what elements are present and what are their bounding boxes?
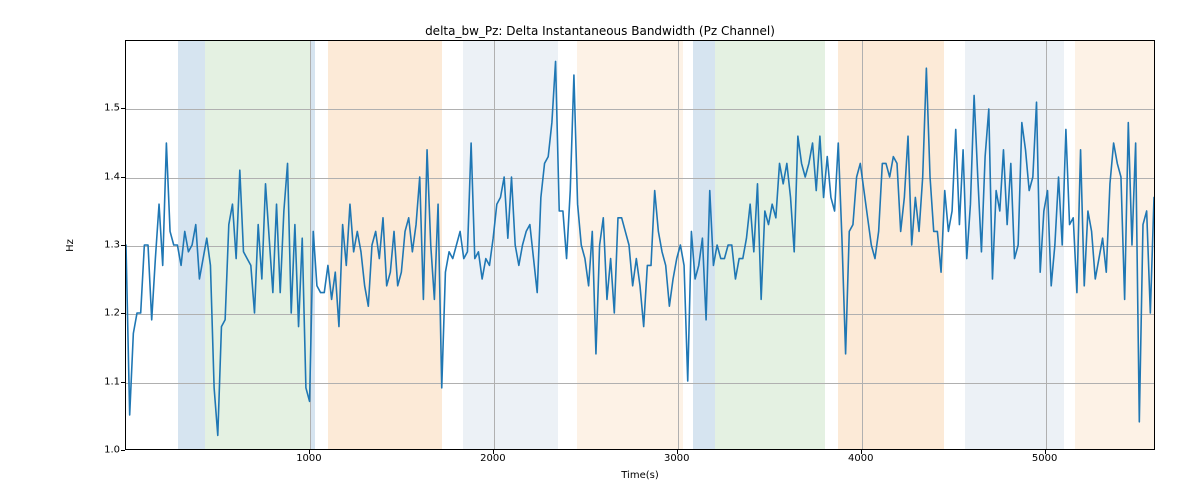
y-tick-label: 1.3 xyxy=(80,240,120,251)
y-tick-label: 1.2 xyxy=(80,308,120,319)
y-axis-label: Hz xyxy=(60,40,80,450)
tick-mark-y xyxy=(121,313,125,314)
x-tick-label: 1000 xyxy=(296,453,321,464)
tick-mark-y xyxy=(121,108,125,109)
tick-mark-y xyxy=(121,382,125,383)
y-tick-label: 1.5 xyxy=(80,103,120,114)
x-tick-label: 3000 xyxy=(664,453,689,464)
y-tick-label: 1.1 xyxy=(80,376,120,387)
y-tick-label: 1.4 xyxy=(80,171,120,182)
tick-mark-y xyxy=(121,245,125,246)
x-tick-label: 5000 xyxy=(1032,453,1057,464)
figure: delta_bw_Pz: Delta Instantaneous Bandwid… xyxy=(0,0,1200,500)
x-tick-label: 4000 xyxy=(848,453,873,464)
plot-area xyxy=(125,40,1155,450)
line-series xyxy=(126,41,1154,449)
x-tick-label: 2000 xyxy=(480,453,505,464)
tick-mark-y xyxy=(121,177,125,178)
x-axis-label: Time(s) xyxy=(125,470,1155,481)
tick-mark-y xyxy=(121,450,125,451)
chart-title: delta_bw_Pz: Delta Instantaneous Bandwid… xyxy=(0,24,1200,38)
y-tick-label: 1.0 xyxy=(80,445,120,456)
